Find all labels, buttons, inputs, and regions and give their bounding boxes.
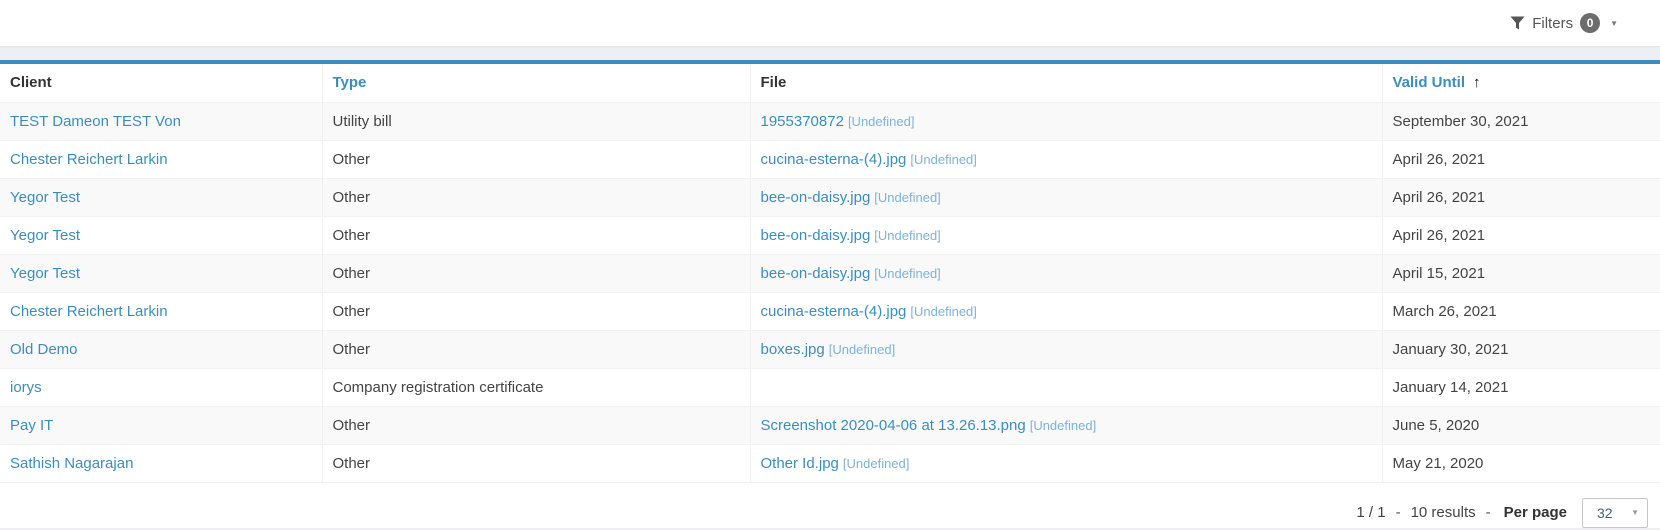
pagination: 1 / 1 - 10 results - Per page 32 ▼ xyxy=(0,483,1660,528)
pagination-separator: - xyxy=(1396,504,1401,521)
caret-down-icon: ▼ xyxy=(1610,19,1618,28)
page-indicator: 1 / 1 xyxy=(1356,504,1385,521)
file-link[interactable]: Screenshot 2020-04-06 at 13.26.13.png xyxy=(761,417,1026,434)
valid-until-cell: January 30, 2021 xyxy=(1382,330,1660,368)
file-link[interactable]: cucina-esterna-(4).jpg xyxy=(761,303,907,320)
valid-until-cell: April 26, 2021 xyxy=(1382,216,1660,254)
table-row: Sathish Nagarajan Other Other Id.jpg [Und… xyxy=(0,444,1660,482)
file-link[interactable]: boxes.jpg xyxy=(761,341,825,358)
file-undefined-tag[interactable]: [Undefined] xyxy=(910,152,977,167)
client-link[interactable]: iorys xyxy=(10,379,42,396)
filters-label: Filters xyxy=(1532,15,1573,32)
client-link[interactable]: Sathish Nagarajan xyxy=(10,455,133,472)
file-undefined-tag[interactable]: [Undefined] xyxy=(874,228,941,243)
per-page-label: Per page xyxy=(1504,504,1567,521)
documents-table: Client Type File Valid Until ↑ TEST Dameo… xyxy=(0,64,1660,483)
client-link[interactable]: Pay IT xyxy=(10,417,53,434)
table-row: Yegor Test Other bee-on-daisy.jpg[Undefi… xyxy=(0,216,1660,254)
valid-until-cell: April 26, 2021 xyxy=(1382,178,1660,216)
client-link[interactable]: Old Demo xyxy=(10,341,78,358)
type-cell: Other xyxy=(322,406,750,444)
valid-until-cell: June 5, 2020 xyxy=(1382,406,1660,444)
table-row: Chester Reichert Larkin Other cucina-est… xyxy=(0,140,1660,178)
client-link[interactable]: Chester Reichert Larkin xyxy=(10,151,168,168)
file-link[interactable]: 1955370872 xyxy=(761,113,844,130)
table-row: iorys Company registration certificate J… xyxy=(0,368,1660,406)
column-header-type[interactable]: Type xyxy=(322,64,750,102)
column-header-valid-until[interactable]: Valid Until ↑ xyxy=(1382,64,1660,102)
file-link[interactable]: bee-on-daisy.jpg xyxy=(761,227,871,244)
table-row: Pay IT Other Screenshot 2020-04-06 at 13… xyxy=(0,406,1660,444)
valid-until-cell: May 21, 2020 xyxy=(1382,444,1660,482)
client-link[interactable]: TEST Dameon TEST Von xyxy=(10,113,181,130)
pagination-separator: - xyxy=(1486,504,1491,521)
file-undefined-tag[interactable]: [Undefined] xyxy=(874,190,941,205)
file-link[interactable]: cucina-esterna-(4).jpg xyxy=(761,151,907,168)
type-cell: Other xyxy=(322,330,750,368)
file-link[interactable]: Other Id.jpg xyxy=(761,455,839,472)
file-undefined-tag[interactable]: [Undefined] xyxy=(874,266,941,281)
valid-until-cell: January 14, 2021 xyxy=(1382,368,1660,406)
type-cell: Company registration certificate xyxy=(322,368,750,406)
table-row: TEST Dameon TEST Von Utility bill 195537… xyxy=(0,102,1660,140)
valid-until-cell: March 26, 2021 xyxy=(1382,292,1660,330)
type-cell: Other xyxy=(322,216,750,254)
table-header-row: Client Type File Valid Until ↑ xyxy=(0,64,1660,102)
toolbar: Filters 0 ▼ xyxy=(0,0,1660,47)
type-cell: Other xyxy=(322,444,750,482)
type-cell: Other xyxy=(322,254,750,292)
file-undefined-tag[interactable]: [Undefined] xyxy=(843,456,910,471)
type-cell: Other xyxy=(322,292,750,330)
valid-until-cell: April 26, 2021 xyxy=(1382,140,1660,178)
filters-button[interactable]: Filters 0 ▼ xyxy=(1510,13,1618,33)
documents-table-panel: Client Type File Valid Until ↑ TEST Dameo… xyxy=(0,60,1660,528)
file-undefined-tag[interactable]: [Undefined] xyxy=(910,304,977,319)
select-caret-icon: ▼ xyxy=(1631,508,1639,517)
results-count: 10 results xyxy=(1411,504,1476,521)
filters-count-badge: 0 xyxy=(1580,13,1600,33)
file-link[interactable]: bee-on-daisy.jpg xyxy=(761,189,871,206)
column-header-client: Client xyxy=(0,64,322,102)
type-cell: Utility bill xyxy=(322,102,750,140)
table-row: Yegor Test Other bee-on-daisy.jpg[Undefi… xyxy=(0,178,1660,216)
sort-ascending-icon: ↑ xyxy=(1473,74,1481,91)
client-link[interactable]: Yegor Test xyxy=(10,189,80,206)
valid-until-cell: April 15, 2021 xyxy=(1382,254,1660,292)
file-undefined-tag[interactable]: [Undefined] xyxy=(848,114,915,129)
column-header-valid-until-label: Valid Until xyxy=(1393,74,1466,91)
file-undefined-tag[interactable]: [Undefined] xyxy=(1030,418,1097,433)
table-row: Chester Reichert Larkin Other cucina-est… xyxy=(0,292,1660,330)
type-cell: Other xyxy=(322,178,750,216)
valid-until-cell: September 30, 2021 xyxy=(1382,102,1660,140)
column-header-file: File xyxy=(750,64,1382,102)
file-link[interactable]: bee-on-daisy.jpg xyxy=(761,265,871,282)
filter-icon xyxy=(1510,16,1525,30)
client-link[interactable]: Yegor Test xyxy=(10,227,80,244)
table-row: Yegor Test Other bee-on-daisy.jpg[Undefi… xyxy=(0,254,1660,292)
per-page-value: 32 xyxy=(1597,505,1613,521)
table-row: Old Demo Other boxes.jpg [Undefined] Janu… xyxy=(0,330,1660,368)
file-undefined-tag[interactable]: [Undefined] xyxy=(829,342,896,357)
client-link[interactable]: Chester Reichert Larkin xyxy=(10,303,168,320)
type-cell: Other xyxy=(322,140,750,178)
client-link[interactable]: Yegor Test xyxy=(10,265,80,282)
per-page-select[interactable]: 32 ▼ xyxy=(1582,498,1648,528)
